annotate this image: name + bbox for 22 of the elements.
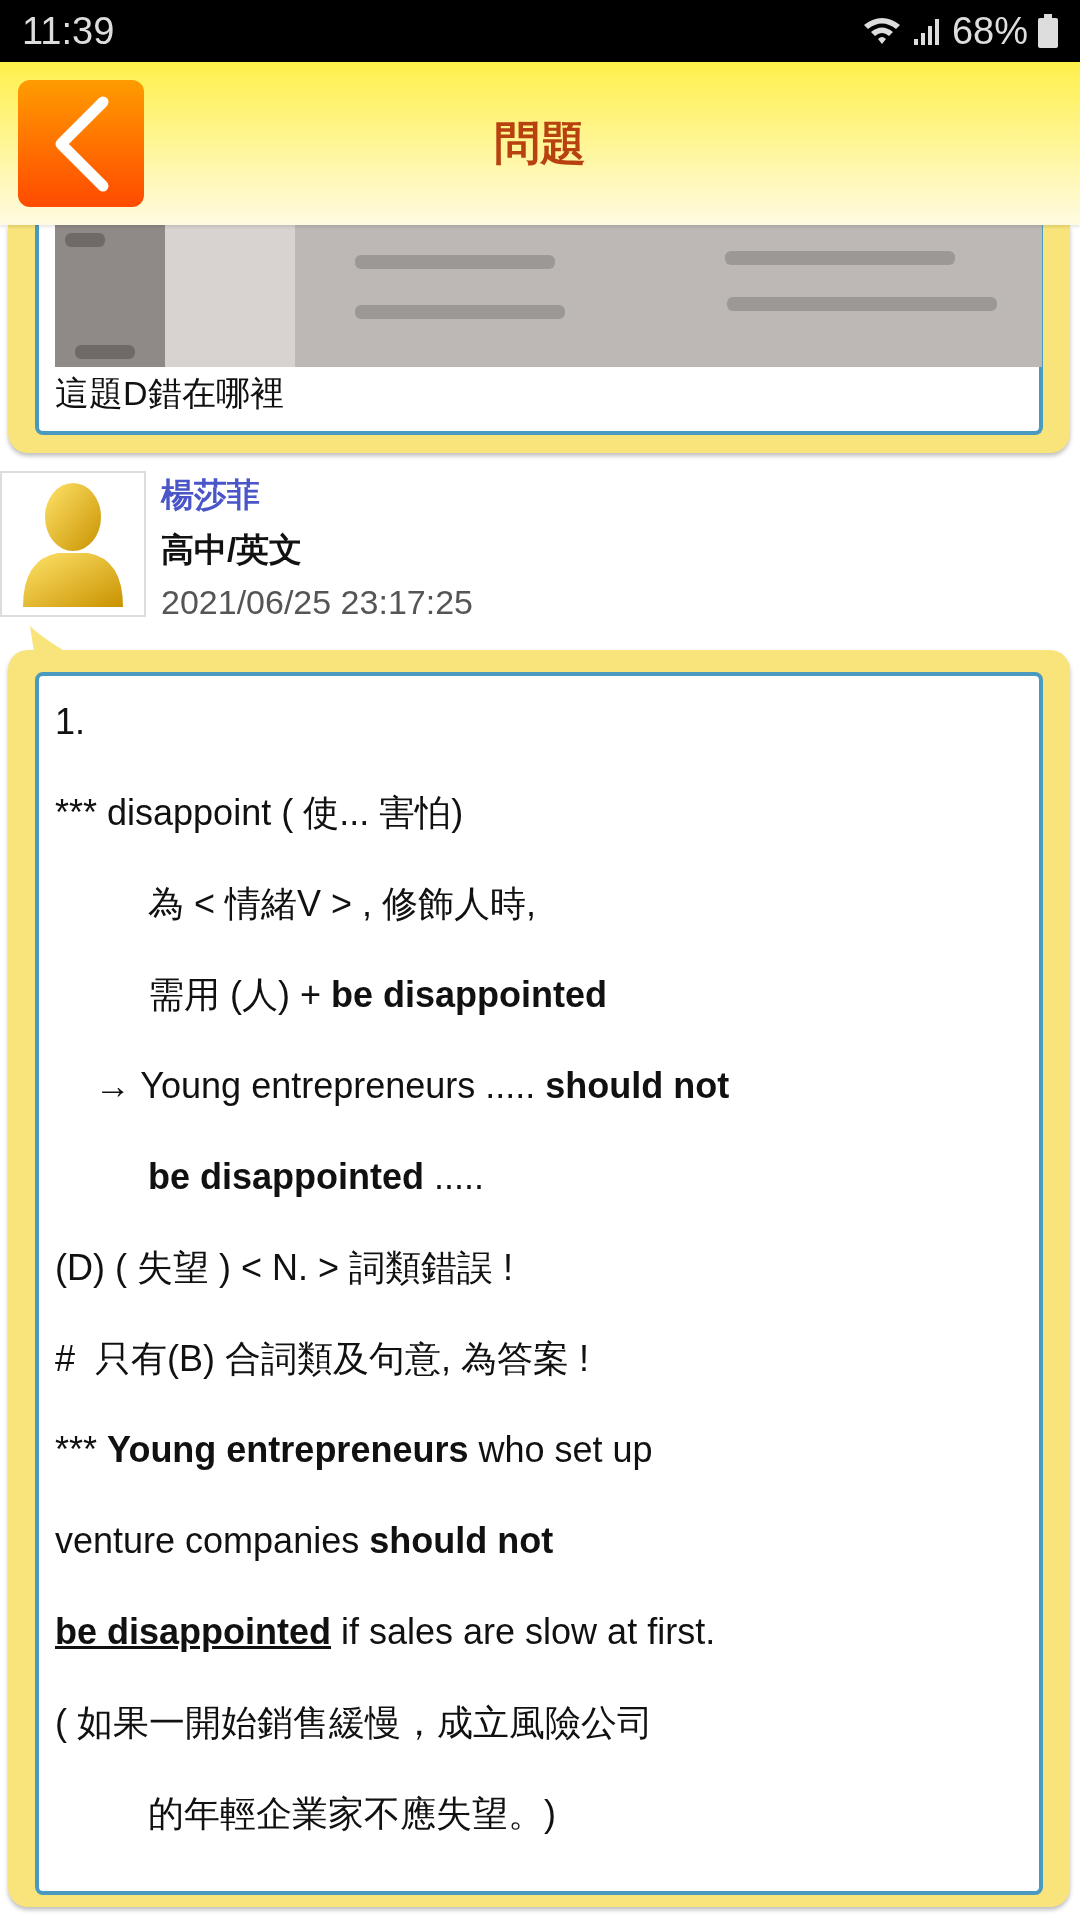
answer-line: *** Young entrepreneurs who set up [55,1428,654,1472]
answer-line: 的年輕企業家不應失望。) [147,1792,557,1836]
answer-line: 1. [55,700,87,744]
answer-line: 需用 (人) + be disappointed [147,973,609,1017]
answer-line: → Young entrepreneurs ..... should not [94,1064,731,1108]
clock-time: 11:39 [22,9,116,53]
answer-line: *** disappoint ( 使... 害怕) [55,791,465,835]
answer-line: # 只有(B) 合詞類及句意, 為答案 ! [55,1337,591,1381]
answer-line: 為 < 情緒V > , 修飾人時, [147,882,538,926]
page-title: 問題 [493,115,587,171]
back-button[interactable] [18,80,144,207]
battery-icon [1038,14,1058,48]
answer-line: ( 如果一開始銷售緩慢，成立風險公司 [55,1701,654,1745]
battery-percent: 68% [951,9,1028,53]
answer-line: venture companies should not [55,1519,555,1563]
author-name[interactable]: 楊莎菲 [161,473,473,518]
author-subject: 高中/英文 [161,530,304,570]
answer-line: be disappointed if sales are slow at first. [55,1610,717,1654]
post-date: 2021/06/25 23:17:25 [161,583,473,622]
answer-line: be disappointed ..... [147,1155,486,1199]
question-text: 這題D錯在哪裡 [55,373,285,414]
answer-line: (D) ( 失望 ) < N. > 詞類錯誤 ! [55,1246,514,1290]
